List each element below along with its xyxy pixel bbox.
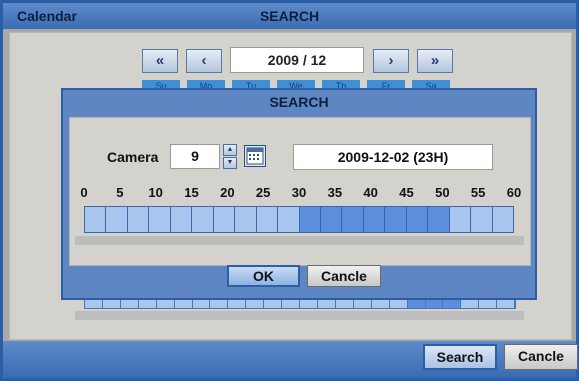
minute-segment-recorded[interactable] xyxy=(320,207,343,232)
minute-segment-recorded[interactable] xyxy=(385,207,407,232)
next-month-button[interactable]: › xyxy=(373,49,409,73)
window-title-search: SEARCH xyxy=(259,8,320,24)
minute-segment[interactable] xyxy=(278,207,300,232)
minute-segment[interactable] xyxy=(127,207,150,232)
minute-segment[interactable] xyxy=(213,207,236,232)
minute-segment[interactable] xyxy=(256,207,279,232)
minute-segment-recorded[interactable] xyxy=(428,207,450,232)
minute-tick-label: 40 xyxy=(363,185,378,200)
minute-segment[interactable] xyxy=(492,207,514,232)
minute-tick-label: 50 xyxy=(435,185,450,200)
minute-segment[interactable] xyxy=(149,207,171,232)
minute-tick-label: 35 xyxy=(327,185,343,200)
minute-timeline-scrollbar[interactable] xyxy=(75,236,524,245)
minute-segment[interactable] xyxy=(471,207,493,232)
month-display: 2009 / 12 xyxy=(230,47,364,73)
camera-label: Camera xyxy=(107,149,159,165)
minute-tick-label: 0 xyxy=(80,185,88,200)
minute-segment[interactable] xyxy=(192,207,214,232)
cancel-button[interactable]: Cancle xyxy=(504,344,578,370)
datetime-display: 2009-12-02 (23H) xyxy=(293,144,493,170)
hour-timeline-scrollbar[interactable] xyxy=(75,311,524,320)
minute-segment[interactable] xyxy=(170,207,193,232)
camera-spinner[interactable]: ▲ ▼ xyxy=(223,144,237,169)
dialog-title: SEARCH xyxy=(269,94,329,110)
prev-month-button[interactable]: ‹ xyxy=(186,49,222,73)
minute-ticks: 0 5 10 15 20 25 30 35 40 45 50 55 60 xyxy=(0,185,579,201)
minute-segment[interactable] xyxy=(235,207,257,232)
minute-tick-label: 10 xyxy=(148,185,163,200)
dialog-cancel-button[interactable]: Cancle xyxy=(307,265,381,287)
minute-tick-label: 25 xyxy=(255,185,271,200)
search-button[interactable]: Search xyxy=(423,344,497,370)
minute-tick-label: 30 xyxy=(291,185,307,200)
minute-segment[interactable] xyxy=(449,207,472,232)
minute-segment-recorded[interactable] xyxy=(342,207,364,232)
last-month-button[interactable]: » xyxy=(417,49,453,73)
calendar-icon[interactable] xyxy=(244,145,266,167)
spin-up-icon[interactable]: ▲ xyxy=(223,144,237,156)
minute-tick-label: 60 xyxy=(506,185,522,200)
minute-tick-label: 45 xyxy=(399,185,414,200)
minute-segment-recorded[interactable] xyxy=(406,207,429,232)
minute-segment[interactable] xyxy=(106,207,128,232)
minute-timeline-bar[interactable] xyxy=(84,206,514,233)
spin-down-icon[interactable]: ▼ xyxy=(223,157,237,169)
camera-field[interactable]: 9 xyxy=(170,144,220,169)
minute-tick-label: 5 xyxy=(116,185,124,200)
ok-button[interactable]: OK xyxy=(227,265,300,287)
title-bar: Calendar SEARCH xyxy=(3,3,576,29)
minute-segment[interactable] xyxy=(85,207,107,232)
minute-tick-label: 15 xyxy=(184,185,199,200)
minute-tick-label: 20 xyxy=(220,185,235,200)
minute-segment-recorded[interactable] xyxy=(299,207,321,232)
first-month-button[interactable]: « xyxy=(142,49,178,73)
minute-segment-recorded[interactable] xyxy=(363,207,386,232)
minute-tick-label: 55 xyxy=(470,185,486,200)
